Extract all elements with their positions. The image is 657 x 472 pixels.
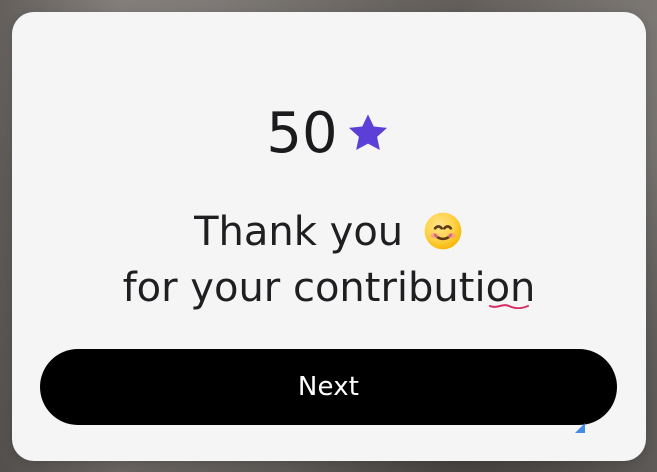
spellcheck-underline bbox=[489, 304, 529, 309]
partial-blue-corner-icon bbox=[575, 423, 585, 433]
thank-you-message: Thank you for your contribution bbox=[12, 204, 646, 316]
points-row: 50 bbox=[12, 106, 646, 162]
thank-you-text: Thank you bbox=[194, 209, 404, 255]
star-icon bbox=[348, 114, 387, 150]
next-button-label: Next bbox=[297, 372, 360, 402]
points-value: 50 bbox=[266, 101, 338, 166]
smiling-face-emoji bbox=[424, 212, 462, 250]
next-button[interactable]: Next bbox=[40, 349, 617, 425]
thank-you-line: Thank you bbox=[12, 204, 646, 260]
contribution-line: for your contribution bbox=[122, 265, 536, 311]
reward-modal: 50 Thank you for your contribution Next bbox=[12, 12, 646, 461]
